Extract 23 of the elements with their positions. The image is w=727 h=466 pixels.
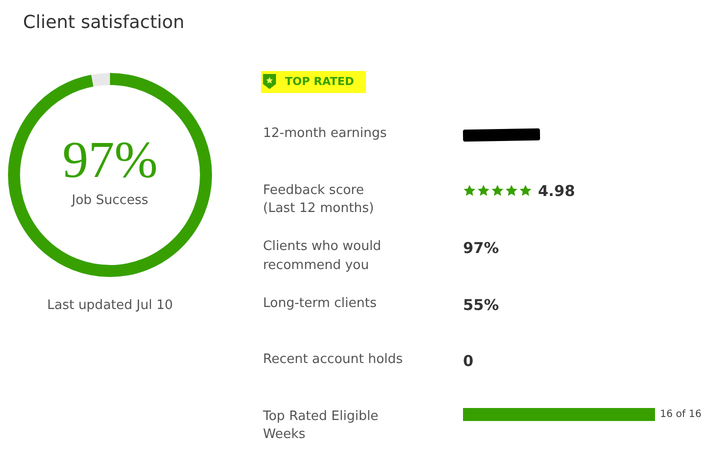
star-icon (505, 184, 518, 198)
star-icon (519, 184, 532, 198)
weeks-count: 16 of 16 (660, 408, 702, 420)
metric-label: Feedback score (263, 182, 365, 200)
metric-label: Top Rated Eligible Weeks (263, 408, 380, 444)
metric-label: Long-term clients (263, 294, 378, 313)
star-icon (463, 184, 476, 198)
job-success-label: Job Success (72, 192, 148, 208)
metric-value: 55% (463, 296, 499, 314)
star-icon (491, 184, 504, 198)
star-icon (477, 184, 490, 198)
last-updated-text: Last updated Jul 10 (47, 298, 173, 313)
shield-star-icon (263, 74, 276, 89)
metric-value: 4.98 (538, 182, 576, 200)
metric-value: 97% (463, 239, 499, 258)
section-title: Client satisfaction (22, 11, 186, 35)
metric-sublabel: (Last 12 months) (263, 200, 375, 218)
metric-label: Clients who would recommend you (263, 238, 382, 275)
metric-label: Recent account holds (263, 351, 404, 370)
job-success-percent: 97% (62, 134, 158, 186)
top-rated-badge: TOP RATED (261, 71, 366, 93)
metric-value: 0 (463, 352, 474, 370)
metric-label: 12-month earnings (263, 125, 388, 143)
